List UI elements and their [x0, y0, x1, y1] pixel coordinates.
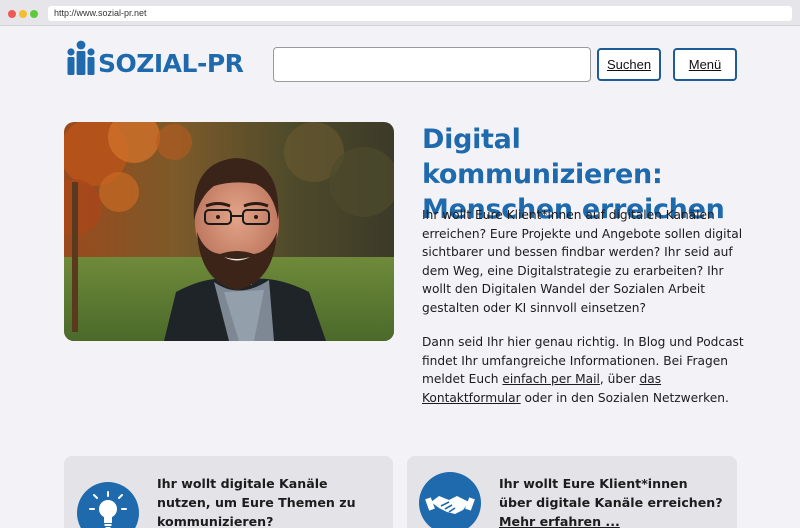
feature-card-clients-text: Ihr wollt Eure Klient*innen über digital… [499, 474, 724, 528]
site-logo[interactable]: SOZIAL-PR [64, 40, 244, 80]
address-bar[interactable]: http://www.sozial-pr.net [48, 6, 792, 21]
search-button[interactable]: Suchen [597, 48, 661, 81]
feature-card-clients[interactable]: Ihr wollt Eure Klient*innen über digital… [407, 456, 737, 528]
feature-card-themes[interactable]: Ihr wollt digitale Kanäle nutzen, um Eur… [64, 456, 393, 528]
close-window-dot[interactable] [8, 10, 16, 18]
intro-paragraph: Ihr wollt Eure Klient*innen auf digitale… [422, 208, 743, 315]
logo-text: SOZIAL-PR [98, 49, 244, 78]
contact-text-3: oder in den Sozialen Netzwerken. [520, 390, 729, 405]
contact-paragraph: Dann seid Ihr hier genau richtig. In Blo… [422, 333, 752, 407]
feature-card-clients-heading: Ihr wollt Eure Klient*innen über digital… [499, 476, 723, 510]
mail-link[interactable]: einfach per Mail [502, 372, 600, 386]
browser-chrome: http://www.sozial-pr.net [0, 0, 800, 26]
lightbulb-icon [77, 482, 139, 528]
minimize-window-dot[interactable] [19, 10, 27, 18]
more-info-link[interactable]: Mehr erfahren ... [499, 512, 724, 528]
handshake-icon [419, 472, 481, 528]
people-logo-icon [67, 40, 95, 75]
menu-button[interactable]: Menü [673, 48, 737, 81]
contact-text-2: , über [599, 372, 640, 387]
hero-portrait-photo [64, 122, 394, 341]
maximize-window-dot[interactable] [30, 10, 38, 18]
feature-card-themes-text: Ihr wollt digitale Kanäle nutzen, um Eur… [157, 476, 356, 528]
hero-title-line1: Digital kommunizieren: [422, 124, 663, 190]
search-input[interactable] [273, 47, 591, 82]
